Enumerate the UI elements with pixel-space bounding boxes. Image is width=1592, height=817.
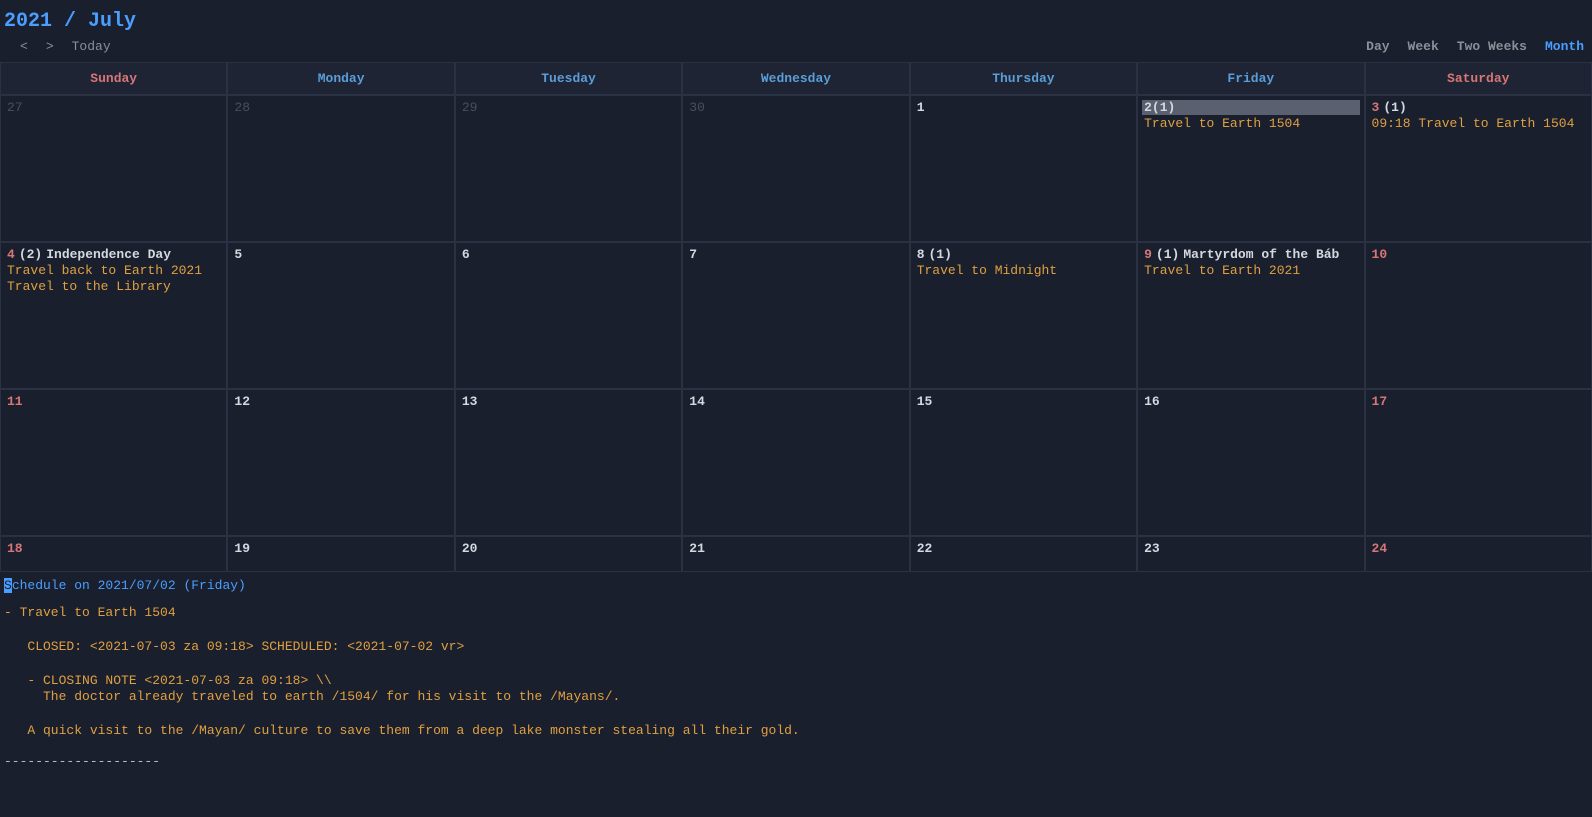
detail-body: - Travel to Earth 1504 CLOSED: <2021-07-… bbox=[4, 605, 1588, 740]
weekday-header-cell: Wednesday bbox=[682, 62, 909, 95]
calendar-day-cell[interactable]: 30 bbox=[682, 95, 909, 242]
day-number: 24 bbox=[1372, 541, 1388, 556]
calendar-day-cell[interactable]: 19 bbox=[227, 536, 454, 572]
calendar-day-cell[interactable]: 18 bbox=[0, 536, 227, 572]
calendar-day-cell[interactable]: 15 bbox=[910, 389, 1137, 536]
page-title: 2021 / July bbox=[0, 0, 1592, 35]
weekday-header-cell: Saturday bbox=[1365, 62, 1592, 95]
calendar-day-cell[interactable]: 9 (1) Martyrdom of the BábTravel to Earth … bbox=[1137, 242, 1364, 389]
detail-header: Schedule on 2021/07/02 (Friday) bbox=[4, 578, 1588, 593]
day-number: 14 bbox=[689, 394, 705, 409]
calendar-week-row: 18 19 20 21 22 23 24 bbox=[0, 536, 1592, 572]
calendar-day-cell[interactable]: 16 bbox=[1137, 389, 1364, 536]
event-count: (1) bbox=[929, 247, 952, 262]
weekday-header-cell: Monday bbox=[227, 62, 454, 95]
calendar-week-row: 11 12 13 14 15 16 17 bbox=[0, 389, 1592, 536]
day-number: 19 bbox=[234, 541, 250, 556]
calendar-day-cell[interactable]: 13 bbox=[455, 389, 682, 536]
detail-separator: -------------------- bbox=[4, 754, 1588, 769]
event-count: (1) bbox=[1156, 247, 1179, 262]
calendar-day-cell[interactable]: 29 bbox=[455, 95, 682, 242]
calendar-day-cell[interactable]: 22 bbox=[910, 536, 1137, 572]
day-number: 3 bbox=[1372, 100, 1380, 115]
calendar-day-cell[interactable]: 7 bbox=[682, 242, 909, 389]
tab-two-weeks[interactable]: Two Weeks bbox=[1457, 39, 1527, 54]
calendar-day-cell[interactable]: 8 (1)Travel to Midnight bbox=[910, 242, 1137, 389]
day-number: 4 bbox=[7, 247, 15, 262]
calendar-week-row: 2728293012(1)Travel to Earth 15043(1)09:… bbox=[0, 95, 1592, 242]
day-number: 27 bbox=[7, 100, 23, 115]
calendar-day-cell[interactable]: 23 bbox=[1137, 536, 1364, 572]
calendar-day-cell[interactable]: 14 bbox=[682, 389, 909, 536]
calendar-day-cell[interactable]: 24 bbox=[1365, 536, 1592, 572]
tab-month[interactable]: Month bbox=[1545, 39, 1584, 54]
detail-panel: Schedule on 2021/07/02 (Friday) - Travel… bbox=[0, 572, 1592, 775]
tab-day[interactable]: Day bbox=[1366, 39, 1389, 54]
view-tabs: Day Week Two Weeks Month bbox=[1366, 39, 1584, 54]
day-number: 12 bbox=[234, 394, 250, 409]
event-count: (1) bbox=[1383, 100, 1406, 115]
day-number: 17 bbox=[1372, 394, 1388, 409]
day-number: 16 bbox=[1144, 394, 1160, 409]
calendar-day-cell[interactable]: 1 bbox=[910, 95, 1137, 242]
day-number: 7 bbox=[689, 247, 697, 262]
event-count: (1) bbox=[1152, 100, 1175, 115]
weekday-header-cell: Thursday bbox=[910, 62, 1137, 95]
day-number: 23 bbox=[1144, 541, 1160, 556]
day-number: 8 bbox=[917, 247, 925, 262]
calendar-event[interactable]: Travel to Earth 1504 bbox=[1144, 116, 1357, 131]
calendar-day-cell[interactable]: 3(1)09:18 Travel to Earth 1504 bbox=[1365, 95, 1592, 242]
calendar-grid: SundayMondayTuesdayWednesdayThursdayFrid… bbox=[0, 62, 1592, 572]
next-button[interactable]: > bbox=[46, 39, 54, 54]
today-button[interactable]: Today bbox=[72, 39, 111, 54]
calendar-day-cell[interactable]: 21 bbox=[682, 536, 909, 572]
calendar-event[interactable]: Travel to Earth 2021 bbox=[1144, 263, 1357, 278]
nav-row: < > Today Day Week Two Weeks Month bbox=[0, 35, 1592, 62]
calendar-day-cell[interactable]: 20 bbox=[455, 536, 682, 572]
day-number: 2 bbox=[1144, 100, 1152, 115]
day-number: 22 bbox=[917, 541, 933, 556]
day-number: 15 bbox=[917, 394, 933, 409]
calendar-event[interactable]: 09:18 Travel to Earth 1504 bbox=[1372, 116, 1585, 131]
day-number: 13 bbox=[462, 394, 478, 409]
calendar-day-cell[interactable]: 12 bbox=[227, 389, 454, 536]
calendar-day-cell[interactable]: 4 (2) Independence DayTravel back to Earth… bbox=[0, 242, 227, 389]
calendar-day-cell[interactable]: 5 bbox=[227, 242, 454, 389]
calendar-week-row: 4 (2) Independence DayTravel back to Earth… bbox=[0, 242, 1592, 389]
weekday-header-cell: Friday bbox=[1137, 62, 1364, 95]
day-number: 9 bbox=[1144, 247, 1152, 262]
calendar-day-cell[interactable]: 28 bbox=[227, 95, 454, 242]
calendar-day-cell[interactable]: 27 bbox=[0, 95, 227, 242]
calendar-event[interactable]: Travel back to Earth 2021 bbox=[7, 263, 220, 278]
day-number: 1 bbox=[917, 100, 925, 115]
day-number: 10 bbox=[1372, 247, 1388, 262]
day-number: 28 bbox=[234, 100, 250, 115]
tab-week[interactable]: Week bbox=[1408, 39, 1439, 54]
holiday-label: Martyrdom of the Báb bbox=[1183, 247, 1339, 262]
weekday-header-cell: Sunday bbox=[0, 62, 227, 95]
holiday-label: Independence Day bbox=[46, 247, 171, 262]
day-number: 20 bbox=[462, 541, 478, 556]
day-number: 29 bbox=[462, 100, 478, 115]
day-number: 6 bbox=[462, 247, 470, 262]
prev-button[interactable]: < bbox=[20, 39, 28, 54]
calendar-day-cell[interactable]: 17 bbox=[1365, 389, 1592, 536]
calendar-day-cell[interactable]: 11 bbox=[0, 389, 227, 536]
day-number: 21 bbox=[689, 541, 705, 556]
day-number: 11 bbox=[7, 394, 23, 409]
weekday-header-cell: Tuesday bbox=[455, 62, 682, 95]
calendar-day-cell[interactable]: 2(1)Travel to Earth 1504 bbox=[1137, 95, 1364, 242]
calendar-event[interactable]: Travel to Midnight bbox=[917, 263, 1130, 278]
calendar-day-cell[interactable]: 6 bbox=[455, 242, 682, 389]
calendar-event[interactable]: Travel to the Library bbox=[7, 279, 220, 294]
day-number: 30 bbox=[689, 100, 705, 115]
day-number: 5 bbox=[234, 247, 242, 262]
event-count: (2) bbox=[19, 247, 42, 262]
day-number: 18 bbox=[7, 541, 23, 556]
calendar-day-cell[interactable]: 10 bbox=[1365, 242, 1592, 389]
